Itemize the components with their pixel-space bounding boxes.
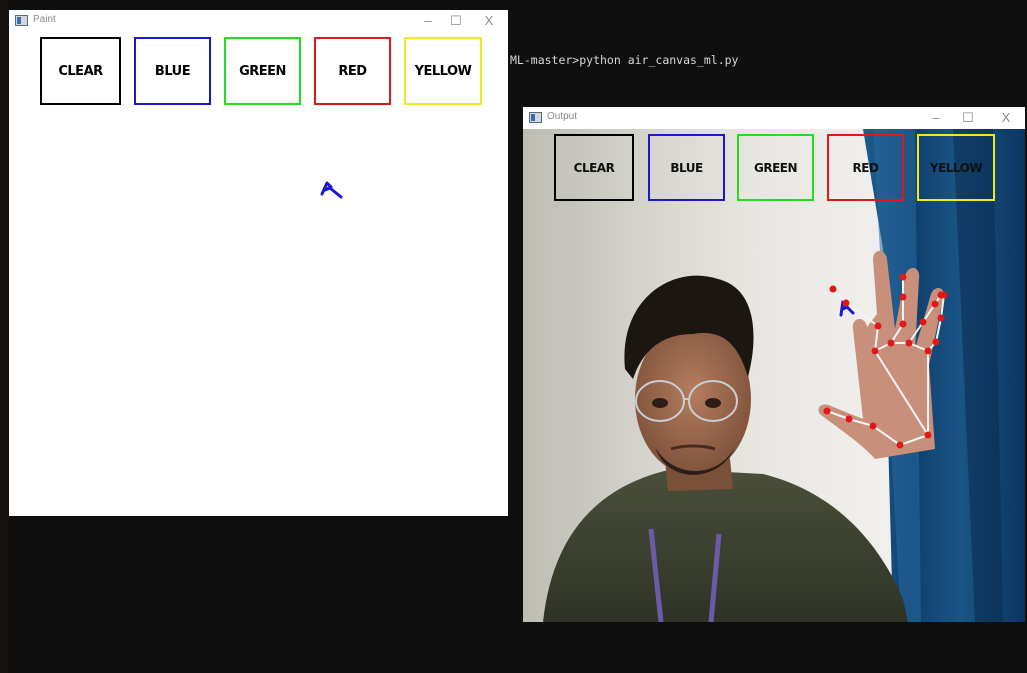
output-red-button[interactable]: RED (827, 134, 904, 201)
output-clear-button[interactable]: CLEAR (554, 134, 634, 201)
close-button[interactable]: X (995, 109, 1017, 127)
output-green-button[interactable]: GREEN (737, 134, 814, 201)
output-blue-button[interactable]: BLUE (648, 134, 725, 201)
hand-landmark (887, 339, 895, 347)
maximize-button[interactable]: ☐ (957, 109, 979, 127)
hand-landmark (924, 431, 932, 439)
output-titlebar[interactable]: Output – ☐ X (523, 107, 1025, 129)
button-label: GREEN (753, 160, 798, 175)
hand-landmark (905, 339, 913, 347)
paint-window[interactable]: Paint – ☐ X CLEAR BLUE GREEN RED YELLOW (9, 10, 508, 516)
button-label: YELLOW (929, 160, 983, 175)
output-window-title: Output (547, 111, 578, 122)
hand-landmark (940, 291, 948, 299)
webcam-feed: CLEAR BLUE GREEN RED YELLOW (523, 129, 1025, 622)
minimize-button[interactable]: – (925, 109, 947, 127)
webcam-frame (523, 129, 1025, 622)
output-window[interactable]: Output – ☐ X CLEAR BLUE GREEN RED YELLOW (523, 107, 1025, 622)
button-label: CLEAR (573, 160, 615, 175)
hand-landmark (829, 285, 837, 293)
hand-landmark (842, 299, 850, 307)
window-app-icon (529, 112, 542, 123)
hand-landmark (874, 322, 882, 330)
hand-landmark (869, 422, 877, 430)
hand-landmark (924, 347, 932, 355)
console-edge (0, 0, 8, 673)
console-command-line: ML-master>python air_canvas_ml.py (510, 53, 739, 67)
hand-landmark (896, 441, 904, 449)
paint-canvas[interactable] (9, 10, 508, 516)
button-label: RED (852, 160, 879, 175)
drawn-stroke (320, 181, 343, 199)
hand-landmark (932, 338, 940, 346)
hand-landmark (931, 300, 939, 308)
hand-landmark (919, 318, 927, 326)
hand-landmark (871, 347, 879, 355)
hand-landmark (845, 415, 853, 423)
hand-landmark (937, 314, 945, 322)
hand-landmark (823, 407, 831, 415)
hand-landmark (899, 293, 907, 301)
button-label: BLUE (670, 160, 703, 175)
output-yellow-button[interactable]: YELLOW (917, 134, 995, 201)
hand-landmark (899, 273, 907, 281)
hand-landmark (899, 320, 907, 328)
